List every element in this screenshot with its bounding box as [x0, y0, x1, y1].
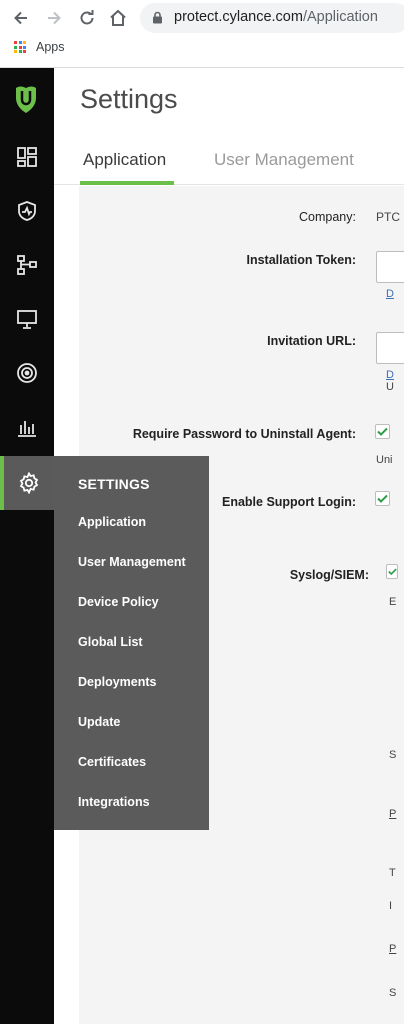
flyout-item-application[interactable]: Application	[78, 515, 146, 529]
reports-icon[interactable]	[0, 400, 54, 454]
invitation-url-label: Invitation URL:	[267, 334, 356, 348]
checkmark-icon	[377, 427, 388, 436]
browser-chrome: protect.cylance.com/Application Apps	[0, 0, 404, 68]
flyout-item-update[interactable]: Update	[78, 715, 120, 729]
lock-icon	[152, 11, 163, 29]
company-value: PTC	[376, 210, 400, 224]
apps-label: Apps	[36, 40, 65, 54]
back-icon[interactable]	[9, 6, 33, 30]
flyout-item-deployments[interactable]: Deployments	[78, 675, 157, 689]
forward-icon[interactable]	[42, 6, 66, 30]
bookmark-apps[interactable]: Apps	[14, 40, 65, 54]
flyout-item-certificates[interactable]: Certificates	[78, 755, 146, 769]
syslog-note: E	[389, 596, 397, 608]
home-icon[interactable]	[106, 6, 130, 30]
support-login-checkbox[interactable]	[375, 491, 390, 506]
flyout-item-global-list[interactable]: Global List	[78, 635, 143, 649]
active-tab-indicator	[80, 181, 174, 185]
flyout-item-integrations[interactable]: Integrations	[78, 795, 150, 809]
invitation-url-field[interactable]	[376, 332, 404, 364]
truncated-label: P	[389, 808, 397, 820]
page-title: Settings	[80, 84, 178, 114]
apps-grid-icon	[14, 41, 26, 53]
settings-icon[interactable]	[0, 456, 54, 510]
tab-application[interactable]: Application	[83, 150, 166, 170]
left-nav-rail	[0, 68, 54, 1024]
devices-icon[interactable]	[0, 292, 54, 346]
truncated-label: P	[389, 943, 397, 955]
zones-icon[interactable]	[0, 238, 54, 292]
tab-user-management[interactable]: User Management	[214, 150, 354, 170]
truncated-label: I	[389, 900, 393, 912]
cylance-logo[interactable]	[13, 84, 39, 119]
url-host: protect.cylance.com	[174, 9, 303, 25]
url-path: /Application	[302, 9, 378, 25]
checkmark-icon	[387, 568, 397, 576]
support-login-label: Enable Support Login:	[221, 495, 356, 509]
flyout-title: SETTINGS	[78, 476, 150, 492]
company-label: Company:	[299, 210, 356, 224]
dashboard-icon[interactable]	[0, 130, 54, 184]
syslog-checkbox[interactable]	[386, 564, 398, 579]
truncated-label: S	[389, 987, 397, 999]
protection-icon[interactable]	[0, 184, 54, 238]
installation-token-field[interactable]	[376, 251, 404, 283]
require-password-checkbox[interactable]	[375, 424, 390, 439]
require-password-label: Require Password to Uninstall Agent:	[132, 427, 356, 441]
syslog-label: Syslog/SIEM:	[289, 568, 369, 582]
reload-icon[interactable]	[75, 6, 99, 30]
truncated-label: T	[389, 867, 396, 879]
threat-radar-icon[interactable]	[0, 346, 54, 400]
checkmark-icon	[377, 494, 388, 503]
installation-token-link[interactable]: D	[386, 288, 394, 300]
invitation-url-link[interactable]: D	[386, 369, 394, 381]
flyout-item-user-management[interactable]: User Management	[78, 555, 186, 569]
invitation-url-note: U	[386, 381, 394, 393]
require-password-note: Uni	[376, 454, 393, 466]
installation-token-label: Installation Token:	[246, 253, 357, 267]
truncated-label: S	[389, 749, 397, 761]
settings-flyout-menu: SETTINGS Application User Management Dev…	[54, 456, 209, 830]
address-bar[interactable]: protect.cylance.com/Application	[140, 3, 404, 33]
flyout-item-device-policy[interactable]: Device Policy	[78, 595, 159, 609]
url-text: protect.cylance.com/Application	[174, 9, 378, 25]
settings-tabs: Application User Management	[54, 130, 404, 185]
